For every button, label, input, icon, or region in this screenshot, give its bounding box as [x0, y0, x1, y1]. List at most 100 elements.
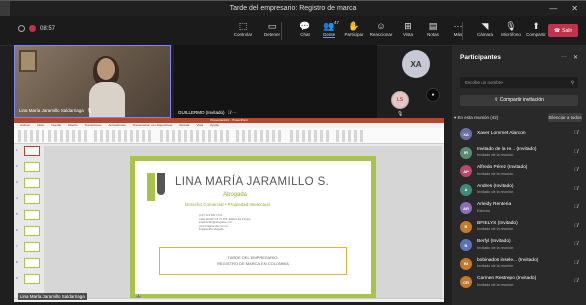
mic-icon: 🎙 — [86, 108, 93, 113]
slide-thumbnail[interactable] — [24, 162, 40, 172]
participant-row[interactable]: B BFIELYS (Invitado) Invitado de la reunió… — [452, 218, 586, 237]
toolbar-divider — [462, 22, 463, 40]
slide-thumbnail[interactable] — [24, 210, 40, 220]
timer-text: 08:57 — [40, 25, 56, 32]
participant-search-input[interactable]: Escribe un nombre ⚲ — [460, 77, 578, 88]
logo-icon — [147, 173, 169, 201]
close-button[interactable]: ✕ — [571, 1, 578, 17]
participant-row[interactable]: AP Alfredo Pérez (Invitado) Invitado de la… — [452, 162, 586, 181]
raise-label: Participar — [344, 32, 364, 37]
slide-thumbnail[interactable] — [24, 178, 40, 188]
mic-off-icon: 🎙̸ — [574, 241, 578, 247]
raise-button[interactable]: ✋ Participar — [339, 20, 369, 37]
avatar: B — [460, 220, 472, 233]
mute-all-button[interactable]: Silenciar a todos — [548, 113, 582, 122]
participant-name: Alfredo Pérez (Invitado) — [477, 165, 528, 170]
slide-thumbnail[interactable] — [24, 146, 40, 156]
slide-name: LINA MARÍA JARAMILLO S. — [175, 176, 330, 188]
chat-toggle-label: Controlar — [233, 32, 253, 37]
share-invite-button[interactable]: ⇪ Compartir invitación — [460, 95, 578, 106]
participant-name: Carmen Restrepo (Invitado) — [477, 276, 537, 281]
participant-list: XA Xaver Lommet Alarcon 🎙̸ IR Invitado de la… — [452, 125, 586, 292]
window-controls: — ✕ — [549, 1, 578, 17]
stop-share-icon: ▭ — [267, 21, 277, 31]
teams-meeting-window: Tarde del empresario: Registro de marca … — [0, 0, 586, 305]
slide-title-box: TARDE DEL EMPRESARIO: REGISTRO DE MARCA … — [159, 247, 347, 275]
mic-off-icon: 🎙̸ — [574, 278, 578, 284]
participant-row[interactable]: XA Xaver Lommet Alarcon 🎙̸ — [452, 125, 586, 144]
stop-share-button[interactable]: ▭ Detener — [257, 20, 287, 37]
in-meeting-section[interactable]: ▾ En esta reunión (42) Silenciar a todos — [454, 113, 586, 123]
mic-off-icon: 🎙̸ — [574, 259, 578, 266]
slide-thumbnail[interactable] — [24, 242, 40, 252]
slide-thumbnails: 1 2 3 4 5 6 7 8 9 — [16, 146, 40, 300]
close-icon[interactable]: ✕ — [573, 54, 578, 61]
participant-name: Berfyl (Invitado) — [477, 239, 511, 244]
avatar: AP — [460, 165, 472, 177]
thumbnail-number: 9 — [16, 276, 18, 280]
leave-button[interactable]: ☎ Salir — [548, 24, 578, 37]
participant-name: Xaver Lommet Alarcon — [477, 131, 526, 136]
more-button[interactable]: ··· Más — [443, 20, 473, 37]
meeting-timer: 08:57 — [18, 25, 55, 32]
video-tile-lina[interactable]: Lina María Jaramillo Saldarriaga 🎙 — [14, 45, 171, 118]
participant-role: Invitado de la reunión — [477, 153, 514, 157]
meeting-toolbar: 08:57 ⬚ Controlar ▭ Detener 💬 Chat 👥 47 Gente ✋ Pa… — [0, 16, 586, 46]
avatar: XA — [460, 128, 472, 140]
participant-role: Invitado de la reunión — [477, 171, 514, 176]
participant-role: Invitado de la reunión — [477, 282, 514, 287]
thumbnail-number: 8 — [16, 260, 18, 264]
leave-label: Salir — [562, 27, 573, 34]
shared-screen: Presentación1 - PowerPoint Archivo Inicio… — [14, 118, 444, 302]
panel-title: Participantes — [460, 54, 501, 61]
tile-name-label: Lina María Jaramillo Saldarriaga 🎙 — [19, 108, 93, 113]
react-button[interactable]: ☺ Reaccionar — [366, 20, 396, 37]
participant-row[interactable]: B Berfyl (Invitado) Invitado de la reunión… — [452, 236, 586, 255]
participant-name: Invitado de la re... (Invitado) — [477, 146, 537, 152]
ppt-ribbon — [14, 128, 444, 144]
participants-panel: Participantes ··· ✕ Escribe un nombre ⚲ … — [452, 46, 586, 305]
more-icon[interactable]: ··· — [561, 54, 567, 61]
video-tile-guillermo[interactable]: GUILLERMO (Invitado) 🎙̸ ··· — [174, 45, 377, 118]
slide: LINA MARÍA JARAMILLO S. Abogada Derecho … — [130, 156, 376, 299]
participant-row[interactable]: A Andres (Invitado) Invitado de la reunión… — [452, 181, 586, 200]
participant-role: Invitado de la reunión — [477, 264, 514, 268]
avatar: BI — [460, 257, 472, 270]
slide-thumbnail[interactable] — [24, 194, 40, 204]
slide-contact: (+57) 321 652 72 61 Calle 18 #40 1-8 Of.… — [199, 214, 251, 232]
notes-icon: ▤ — [428, 21, 438, 31]
chat-toggle-icon: ⬚ — [238, 21, 248, 31]
people-label: Gente — [322, 32, 336, 38]
panel-controls: ··· ✕ — [561, 54, 578, 61]
slide-thumbnail[interactable] — [24, 258, 40, 268]
raise-icon: ✋ — [348, 21, 360, 31]
chat-toggle-button[interactable]: ⬚ Controlar — [228, 20, 258, 37]
shield-icon — [18, 25, 25, 32]
mic-off-icon: 🎙̸ — [574, 204, 578, 210]
thumbnail-number: 5 — [16, 212, 18, 216]
mic-off-icon: 🎙̸ — [574, 167, 578, 173]
participant-row[interactable]: CR Carmen Restrepo (Invitado) Invitado de … — [452, 273, 586, 292]
participant-row[interactable]: IR Invitado de la re... (Invitado) Invitad… — [452, 144, 586, 163]
participant-row[interactable]: AR Arleidy Renteria Externo 🎙̸ — [452, 199, 586, 218]
camera-icon[interactable]: ● — [426, 88, 440, 102]
mic-label: Micrófono — [501, 32, 521, 37]
mic-off-icon: 🎙̸ — [574, 222, 578, 229]
avatar: AR — [460, 202, 472, 214]
share-icon: ⬆ — [532, 21, 540, 31]
share-button[interactable]: ⬆ Compartir — [521, 20, 551, 37]
slide-thumbnail[interactable] — [24, 274, 40, 284]
participant-row[interactable]: BI bobinados insele... (Invitado) Invitado… — [452, 255, 586, 274]
slide-thumbnail[interactable] — [24, 226, 40, 236]
minimize-button[interactable]: — — [549, 1, 557, 17]
mic-icon: 🎙 — [505, 21, 517, 31]
participant-role: Invitado de la reunión — [477, 190, 514, 194]
window-title: Tarde del empresario: Registro de marca — [229, 4, 357, 12]
mic-off-icon: 🎙 — [397, 111, 404, 117]
avatar-ls[interactable]: LS — [391, 91, 409, 109]
presenter-label: Lina María Jaramillo Saldarriaga — [18, 293, 87, 300]
toolbar-divider — [281, 22, 282, 40]
people-icon: 👥 — [323, 21, 335, 31]
avatar-xa[interactable]: XA — [402, 50, 430, 78]
thumbnail-number: 6 — [16, 228, 18, 232]
